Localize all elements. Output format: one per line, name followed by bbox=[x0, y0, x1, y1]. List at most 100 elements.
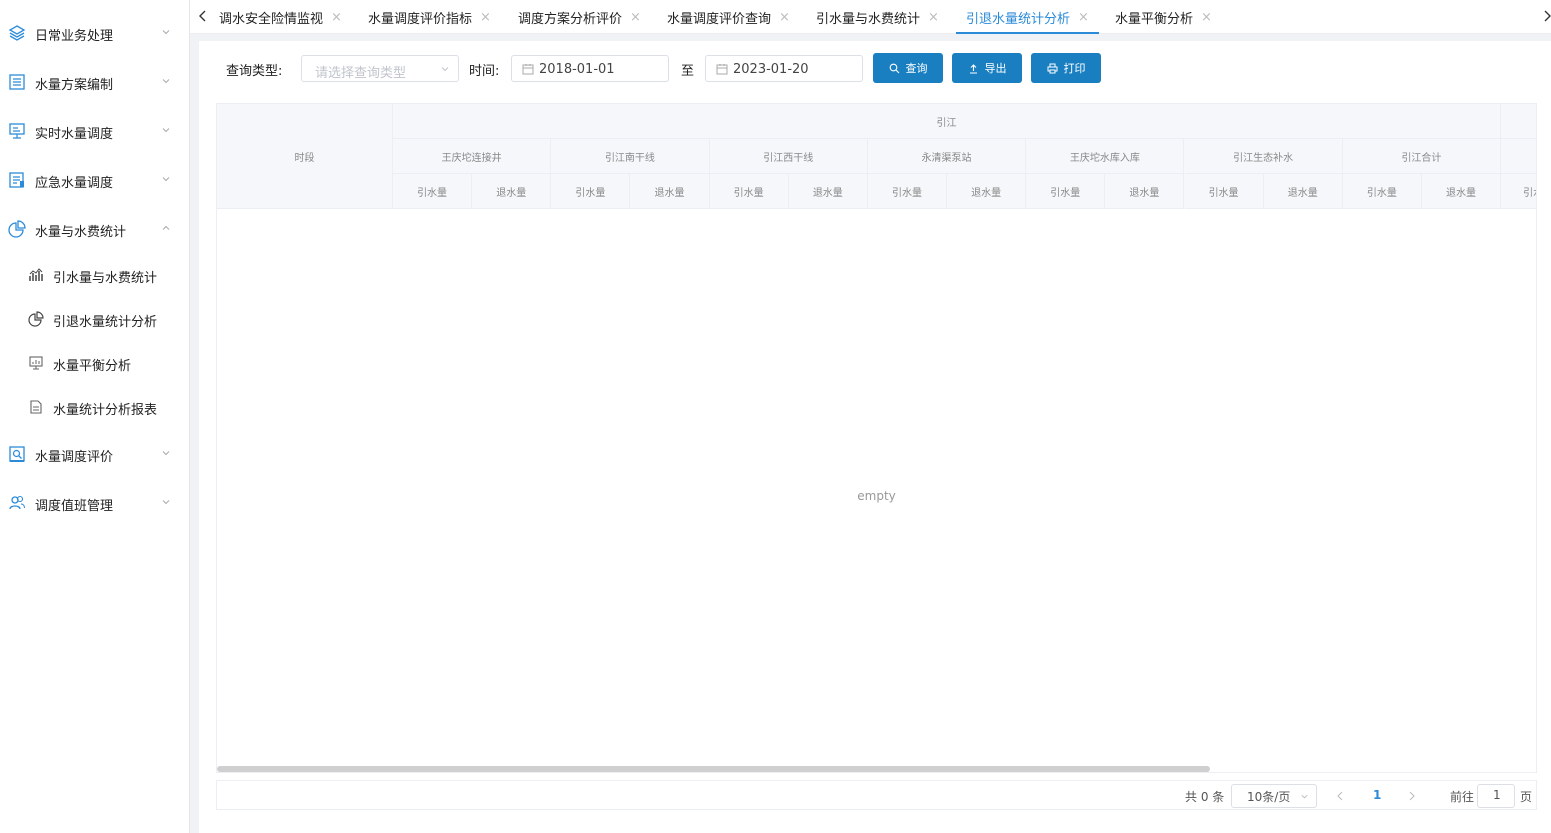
main-area: 查询类型: 请选择查询类型 时间: 2018-01-01 至 2023-01-2… bbox=[190, 34, 1551, 833]
return-volume-header: 退水量 bbox=[947, 174, 1027, 209]
return-volume-header: 退水量 bbox=[1105, 174, 1185, 209]
tab-safety-monitor[interactable]: 调水安全险情监视 × bbox=[219, 0, 342, 34]
sidebar-subitem-label: 引退水量统计分析 bbox=[53, 315, 158, 330]
current-page[interactable]: 1 bbox=[1373, 788, 1381, 802]
period-header: 时段 bbox=[217, 104, 393, 209]
chevron-left-icon[interactable] bbox=[196, 8, 210, 24]
monitor-icon bbox=[29, 356, 43, 370]
sidebar-item-label: 水量调度评价 bbox=[35, 450, 114, 465]
prev-page-icon[interactable] bbox=[1335, 790, 1345, 802]
end-date-value: 2023-01-20 bbox=[733, 62, 809, 77]
chevron-down-icon bbox=[162, 79, 170, 84]
sidebar-item-label: 水量方案编制 bbox=[35, 78, 114, 93]
chevron-up-icon bbox=[162, 225, 170, 230]
close-icon[interactable]: × bbox=[928, 10, 939, 25]
sidebar-item-label: 水量与水费统计 bbox=[35, 225, 127, 240]
sidebar-subitem-intake-fee-stats[interactable]: 引水量与水费统计 bbox=[0, 257, 190, 293]
return-volume-header: 退水量 bbox=[1263, 174, 1343, 209]
tab-intake-return-analysis[interactable]: 引退水量统计分析 × bbox=[956, 0, 1099, 34]
close-icon[interactable]: × bbox=[779, 10, 790, 25]
printer-icon bbox=[1047, 63, 1057, 73]
chevron-right-icon[interactable] bbox=[1542, 8, 1551, 24]
tab-label: 调度方案分析评价 bbox=[518, 11, 623, 27]
start-date-picker[interactable]: 2018-01-01 bbox=[511, 55, 669, 82]
sidebar-item-realtime-dispatch[interactable]: 实时水量调度 bbox=[0, 111, 190, 151]
tab-plan-analysis[interactable]: 调度方案分析评价 × bbox=[518, 0, 641, 34]
next-page-icon[interactable] bbox=[1407, 790, 1417, 802]
station-header: 王庆坨连接井 bbox=[393, 139, 552, 174]
list-icon bbox=[9, 74, 25, 90]
date-range-separator: 至 bbox=[681, 64, 695, 79]
sidebar-item-duty-management[interactable]: 调度值班管理 bbox=[0, 483, 190, 523]
intake-volume-header: 引水量 bbox=[1342, 174, 1422, 209]
sidebar-subitem-intake-return-analysis[interactable]: 引退水量统计分析 bbox=[0, 301, 190, 337]
intake-volume-header: 引水量 bbox=[393, 174, 473, 209]
sidebar-subitem-label: 引水量与水费统计 bbox=[53, 271, 158, 286]
station-header: 引江生态补水 bbox=[1184, 139, 1343, 174]
calendar-icon bbox=[522, 64, 534, 75]
export-button[interactable]: 导出 bbox=[952, 53, 1022, 83]
content-panel: 查询类型: 请选择查询类型 时间: 2018-01-01 至 2023-01-2… bbox=[199, 41, 1551, 833]
sidebar-item-dispatch-evaluation[interactable]: 水量调度评价 bbox=[0, 434, 190, 474]
sidebar-item-daily-business[interactable]: 日常业务处理 bbox=[0, 13, 190, 53]
query-type-select[interactable]: 请选择查询类型 bbox=[301, 55, 459, 82]
monitor-icon bbox=[9, 123, 25, 139]
goto-label: 前往 bbox=[1450, 790, 1475, 804]
pie-chart-icon bbox=[28, 311, 44, 327]
tab-balance-analysis[interactable]: 水量平衡分析 × bbox=[1115, 0, 1212, 34]
report-icon bbox=[30, 400, 42, 414]
station-header: 引江南干线 bbox=[551, 139, 710, 174]
total-count: 共 0 条 bbox=[1185, 790, 1225, 804]
close-icon[interactable]: × bbox=[331, 10, 342, 25]
query-button-label: 查询 bbox=[905, 62, 928, 75]
page-size-value: 10条/页 bbox=[1247, 790, 1291, 804]
sidebar-item-plan-compile[interactable]: 水量方案编制 bbox=[0, 62, 190, 102]
sidebar-subitem-label: 水量统计分析报表 bbox=[53, 403, 158, 418]
sidebar-subitem-balance-analysis[interactable]: 水量平衡分析 bbox=[0, 345, 190, 381]
evaluation-icon bbox=[9, 446, 25, 462]
close-icon[interactable]: × bbox=[630, 10, 641, 25]
search-icon bbox=[889, 63, 899, 73]
tab-intake-fee-stats[interactable]: 引水量与水费统计 × bbox=[816, 0, 939, 34]
query-button[interactable]: 查询 bbox=[873, 53, 943, 83]
start-date-value: 2018-01-01 bbox=[539, 62, 615, 77]
print-button-label: 打印 bbox=[1063, 62, 1086, 75]
group-header-yinjiang: 引江 bbox=[393, 104, 1501, 139]
return-volume-header: 退水量 bbox=[788, 174, 868, 209]
bar-chart-icon bbox=[29, 268, 43, 281]
tab-label: 水量平衡分析 bbox=[1115, 11, 1194, 27]
intake-volume-header-truncated: 引水量 bbox=[1501, 174, 1536, 209]
upload-icon bbox=[969, 63, 977, 74]
station-header: 引江西干线 bbox=[709, 139, 868, 174]
tab-label: 引水量与水费统计 bbox=[816, 11, 921, 27]
pie-chart-icon bbox=[8, 220, 26, 238]
chevron-down-icon bbox=[162, 500, 170, 505]
goto-page-input[interactable]: 1 bbox=[1477, 784, 1515, 808]
sidebar: 日常业务处理 水量方案编制 实时水量调度 应急水量调度 水量与水费统计 引水量与… bbox=[0, 0, 190, 833]
print-button[interactable]: 打印 bbox=[1031, 53, 1101, 83]
page-suffix: 页 bbox=[1520, 790, 1533, 804]
page-size-select[interactable]: 10条/页 bbox=[1231, 784, 1317, 808]
table-header: 时段 引江 王庆坨连接井 引江南干线 引江西干线 永清渠泵站 王庆坨水库入库 引江生态补水… bbox=[217, 104, 1536, 209]
chevron-down-icon bbox=[162, 451, 170, 456]
end-date-picker[interactable]: 2023-01-20 bbox=[705, 55, 863, 82]
layers-icon bbox=[8, 25, 26, 41]
horizontal-scrollbar[interactable] bbox=[217, 766, 1210, 772]
sidebar-item-water-fee-stats[interactable]: 水量与水费统计 bbox=[0, 209, 190, 249]
query-type-label: 查询类型: bbox=[226, 64, 283, 79]
chevron-down-icon bbox=[162, 30, 170, 35]
query-type-placeholder: 请选择查询类型 bbox=[315, 66, 407, 81]
intake-volume-header: 引水量 bbox=[1184, 174, 1264, 209]
close-icon[interactable]: × bbox=[1201, 10, 1212, 25]
close-icon[interactable]: × bbox=[480, 10, 491, 25]
close-icon[interactable]: × bbox=[1078, 10, 1089, 25]
tab-evaluation-query[interactable]: 水量调度评价查询 × bbox=[667, 0, 790, 34]
tab-label: 水量调度评价查询 bbox=[667, 11, 772, 27]
sidebar-item-label: 调度值班管理 bbox=[35, 499, 114, 514]
sidebar-subitem-label: 水量平衡分析 bbox=[53, 359, 132, 374]
sidebar-item-emergency-dispatch[interactable]: 应急水量调度 bbox=[0, 160, 190, 200]
empty-text: empty bbox=[857, 489, 896, 503]
tab-evaluation-index[interactable]: 水量调度评价指标 × bbox=[368, 0, 491, 34]
return-volume-header: 退水量 bbox=[472, 174, 552, 209]
sidebar-subitem-stats-report[interactable]: 水量统计分析报表 bbox=[0, 389, 190, 425]
